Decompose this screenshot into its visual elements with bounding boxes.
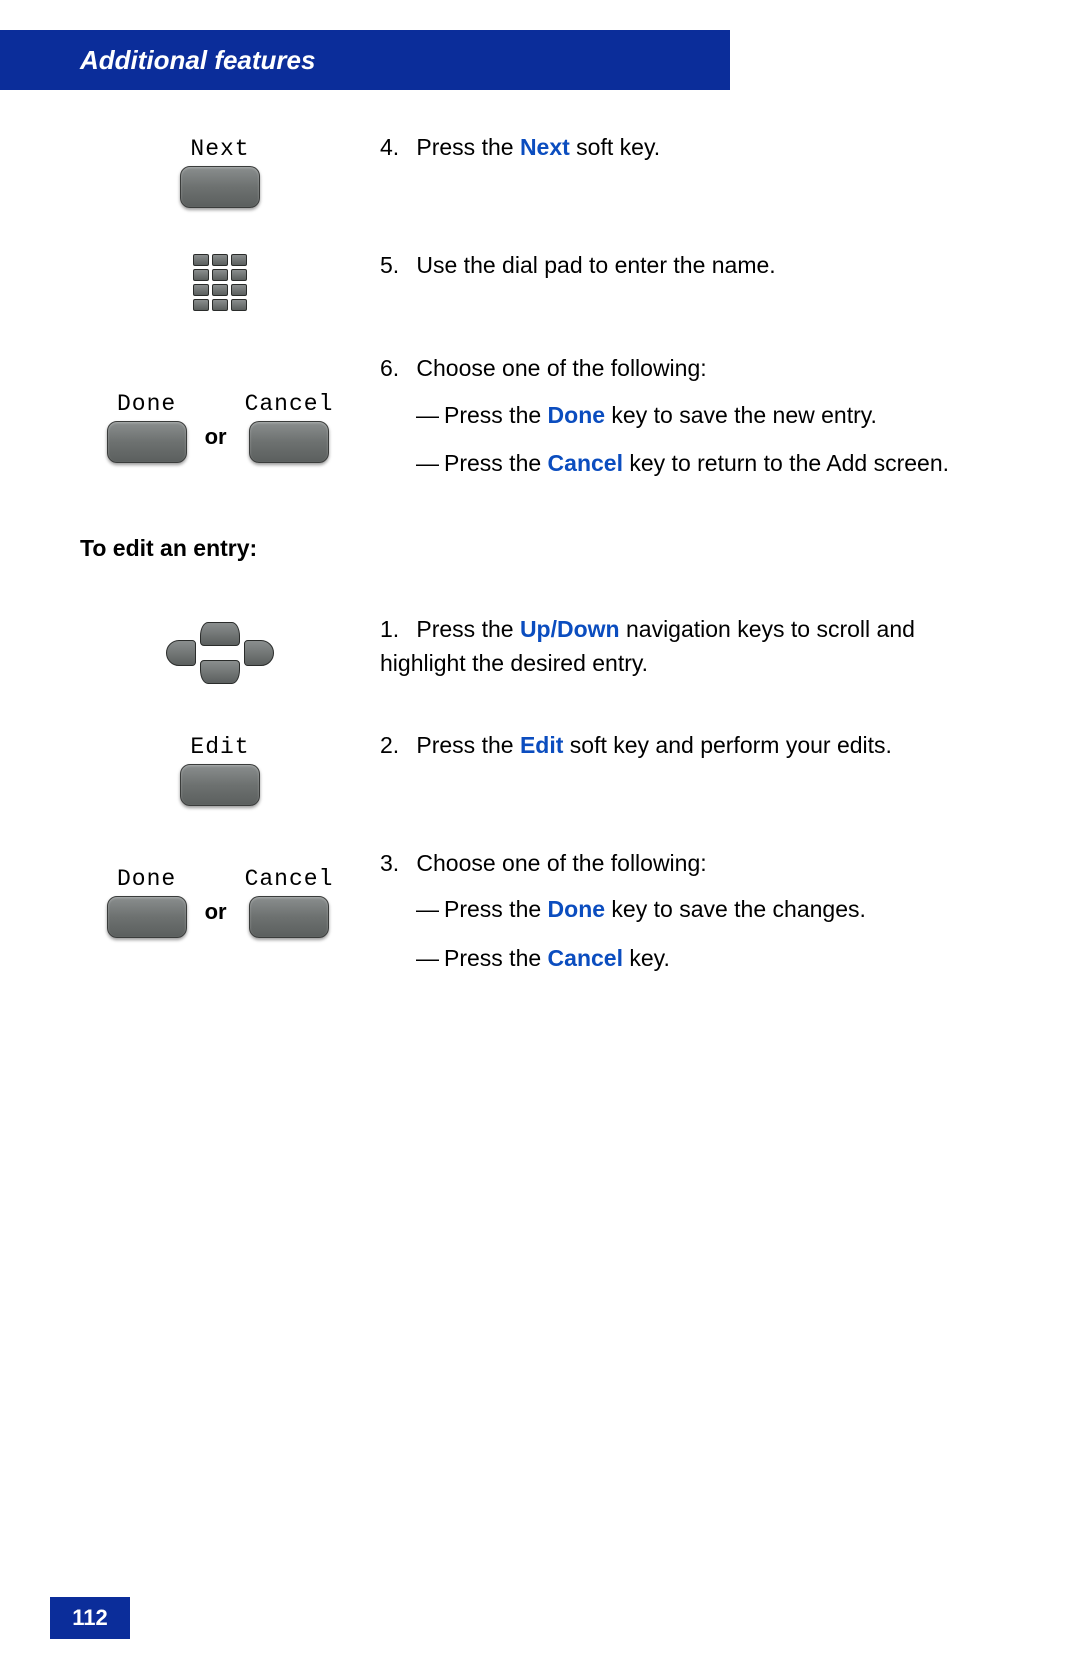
step-row: Next 4. Press the Next soft key. — [80, 130, 1000, 208]
text: Press the — [444, 945, 548, 971]
text: Choose one of the following: — [416, 355, 706, 381]
text: Press the — [416, 134, 520, 160]
softkey-button-icon — [107, 421, 187, 463]
nav-cluster-icon — [160, 618, 280, 688]
step-row: 5. Use the dial pad to enter the name. — [80, 248, 1000, 311]
header-title: Additional features — [80, 45, 315, 76]
sublist: — Press the Done key to save the changes… — [380, 892, 1000, 975]
step-number: 4. — [380, 130, 410, 165]
text: key. — [623, 945, 670, 971]
dash: — — [416, 892, 444, 927]
step-number: 6. — [380, 351, 410, 386]
dash: — — [416, 446, 444, 481]
text: Press the — [444, 402, 548, 428]
step-text: 4. Press the Next soft key. — [360, 130, 1000, 165]
header-bar: Additional features — [0, 30, 730, 90]
step-number: 2. — [380, 728, 410, 763]
step-text: 3. Choose one of the following: — Press … — [360, 846, 1000, 990]
text: Press the — [416, 732, 520, 758]
dialpad-illustration — [80, 248, 360, 311]
softkey-button-icon — [180, 166, 260, 208]
text: key to return to the Add screen. — [623, 450, 949, 476]
text: Choose one of the following: — [416, 850, 706, 876]
highlight-term: Next — [520, 134, 570, 160]
dash: — — [416, 941, 444, 976]
softkey-label: Cancel — [245, 391, 334, 417]
text: soft key and perform your edits. — [563, 732, 892, 758]
softkey-illustration: Next — [80, 130, 360, 208]
text: key to save the new entry. — [605, 402, 877, 428]
step-row: Edit 2. Press the Edit soft key and perf… — [80, 728, 1000, 806]
sublist-item: — Press the Done key to save the changes… — [416, 892, 1000, 927]
softkey-button-icon — [249, 421, 329, 463]
sublist-item: — Press the Cancel key to return to the … — [416, 446, 1000, 481]
sublist-item: — Press the Cancel key. — [416, 941, 1000, 976]
highlight-term: Up/Down — [520, 616, 620, 642]
page-number: 112 — [72, 1605, 108, 1631]
highlight-term: Cancel — [548, 945, 623, 971]
text: soft key. — [570, 134, 660, 160]
page-number-badge: 112 — [50, 1597, 130, 1639]
highlight-term: Done — [548, 402, 606, 428]
step-row: Done or Cancel 3. Choose one of the foll… — [80, 846, 1000, 990]
softkey-pair-illustration: Done or Cancel — [80, 846, 360, 938]
softkey-button-icon — [249, 896, 329, 938]
step-text: 1. Press the Up/Down navigation keys to … — [360, 612, 1000, 681]
highlight-term: Edit — [520, 732, 563, 758]
step-text: 2. Press the Edit soft key and perform y… — [360, 728, 1000, 763]
softkey-pair-illustration: Done or Cancel — [80, 351, 360, 463]
text: Press the — [416, 616, 520, 642]
highlight-term: Done — [548, 896, 606, 922]
step-number: 5. — [380, 248, 410, 283]
softkey-illustration: Edit — [80, 728, 360, 806]
dialpad-icon — [193, 254, 247, 311]
or-text: or — [205, 879, 227, 925]
softkey-label: Cancel — [245, 866, 334, 892]
section-heading: To edit an entry: — [80, 535, 1000, 562]
softkey-label: Done — [117, 391, 176, 417]
highlight-term: Cancel — [548, 450, 623, 476]
step-number: 1. — [380, 612, 410, 647]
sublist-item: — Press the Done key to save the new ent… — [416, 398, 1000, 433]
step-row: Done or Cancel 6. Choose one of the foll… — [80, 351, 1000, 495]
softkey-label: Next — [190, 136, 249, 162]
step-text: 6. Choose one of the following: — Press … — [360, 351, 1000, 495]
nav-keys-illustration — [80, 612, 360, 688]
text: Use the dial pad to enter the name. — [416, 252, 775, 278]
sublist: — Press the Done key to save the new ent… — [380, 398, 1000, 481]
softkey-label: Done — [117, 866, 176, 892]
text: key to save the changes. — [605, 896, 866, 922]
dash: — — [416, 398, 444, 433]
softkey-button-icon — [107, 896, 187, 938]
step-row: 1. Press the Up/Down navigation keys to … — [80, 612, 1000, 688]
or-text: or — [205, 404, 227, 450]
step-number: 3. — [380, 846, 410, 881]
step-text: 5. Use the dial pad to enter the name. — [360, 248, 1000, 283]
content-area: Next 4. Press the Next soft key. 5. Use … — [80, 130, 1000, 1029]
softkey-button-icon — [180, 764, 260, 806]
softkey-label: Edit — [190, 734, 249, 760]
text: Press the — [444, 896, 548, 922]
text: Press the — [444, 450, 548, 476]
